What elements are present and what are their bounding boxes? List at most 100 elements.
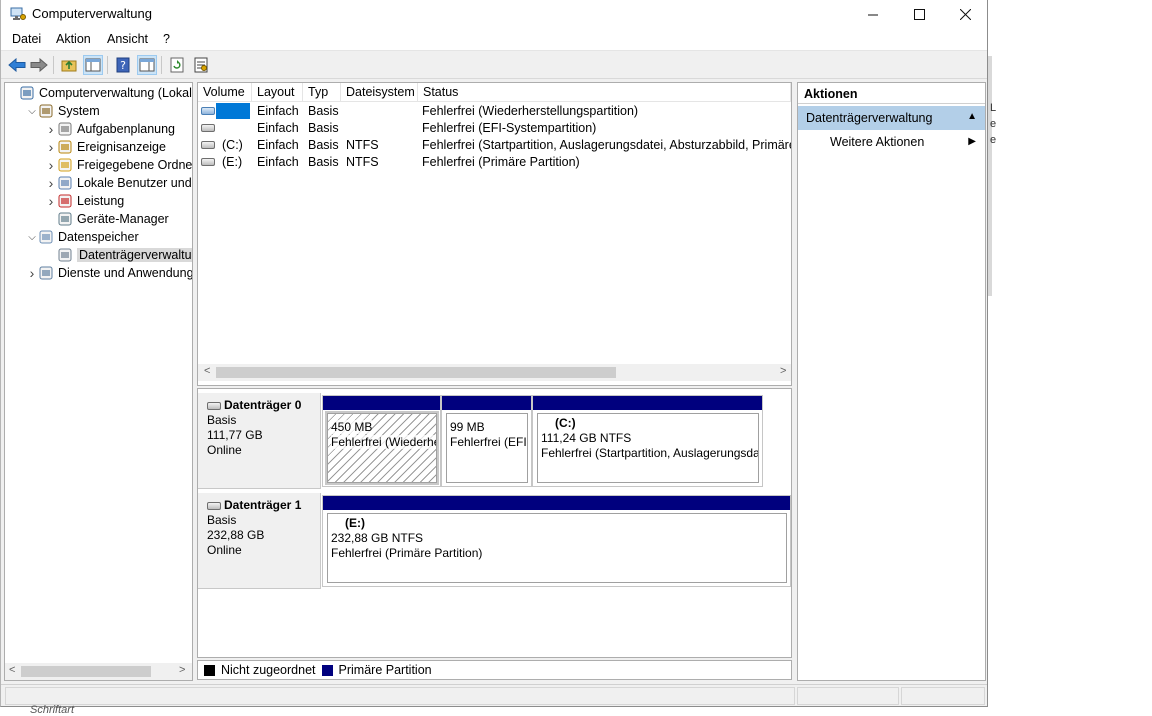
partition-bar (323, 396, 440, 410)
tree-item[interactable]: › Aufgabenplanung (45, 120, 175, 138)
tree-item[interactable]: › Ereignisanzeige (45, 138, 166, 156)
tree-item[interactable]: › Freigegebene Ordner (45, 156, 193, 174)
close-button[interactable] (942, 0, 987, 28)
disk-management-icon (57, 247, 73, 263)
column-header-volume[interactable]: Volume (198, 83, 252, 102)
disk-graphical-view: Datenträger 0 Basis 111,77 GB Online 450… (197, 388, 792, 658)
chevron-down-icon[interactable]: ⌵ (26, 106, 38, 117)
partition-efi[interactable]: 99 MB Fehlerfrei (EFI-Systempartition) (441, 395, 532, 487)
disk-0-type: Basis (207, 413, 237, 427)
scroll-right-icon[interactable]: > (780, 365, 786, 377)
column-header-layout[interactable]: Layout (252, 83, 303, 102)
chevron-right-icon[interactable]: › (45, 157, 57, 173)
scrollbar-thumb[interactable] (216, 367, 616, 378)
cell-status: Fehlerfrei (EFI-Systempartition) (422, 121, 597, 135)
refresh-icon (170, 57, 184, 73)
cell-type: Basis (308, 155, 339, 169)
chevron-down-icon[interactable]: ⌵ (26, 232, 38, 243)
background-window-edge (988, 56, 992, 296)
partition-recovery[interactable]: 450 MB Fehlerfrei (Wiederherstellungspar… (322, 395, 441, 487)
submenu-arrow-icon: ▶ (968, 136, 976, 147)
disk-1-info[interactable]: Datenträger 1 Basis 232,88 GB Online (198, 493, 321, 589)
tree-item[interactable]: Geräte-Manager (45, 210, 169, 228)
help-button[interactable]: ? (113, 55, 133, 75)
cell-type: Basis (308, 138, 339, 152)
column-header-filesystem[interactable]: Dateisystem (341, 83, 418, 102)
forward-button[interactable] (29, 55, 49, 75)
table-row[interactable]: Einfach Basis Fehlerfrei (EFI-Systempartit… (198, 120, 791, 137)
disk-0: Datenträger 0 Basis 111,77 GB Online 450… (198, 393, 791, 489)
refresh-button[interactable] (167, 55, 187, 75)
chevron-right-icon[interactable]: › (45, 121, 57, 137)
tree-item[interactable]: Datenträgerverwaltung (45, 246, 192, 264)
chevron-right-icon[interactable]: › (45, 193, 57, 209)
volume-list[interactable]: Volume Layout Typ Dateisystem Status Ein… (197, 82, 792, 386)
tree-item[interactable]: ⌵ System (26, 102, 99, 120)
cell-fs: NTFS (346, 138, 379, 152)
partition-c[interactable]: (C:) 111,24 GB NTFS Fehlerfrei (Startpar… (532, 395, 763, 487)
disk-0-info[interactable]: Datenträger 0 Basis 111,77 GB Online (198, 393, 321, 489)
toolbar: ? (1, 50, 987, 79)
disk-0-state: Online (207, 443, 242, 457)
scroll-left-icon[interactable]: < (9, 664, 15, 676)
tree-item-label: Freigegebene Ordner (77, 158, 193, 172)
menu-aktion[interactable]: Aktion (56, 32, 91, 46)
properties-icon (194, 57, 208, 73)
volume-icon (201, 124, 215, 132)
scroll-left-icon[interactable]: < (204, 365, 210, 377)
table-row[interactable]: (E:) Einfach Basis NTFS Fehlerfrei (Primäre … (198, 154, 791, 171)
console-tree[interactable]: Computerverwaltung (Lokal) ⌵ System › Aufgab… (4, 82, 193, 681)
scroll-right-icon[interactable]: > (179, 664, 185, 676)
back-button[interactable] (7, 55, 27, 75)
tree-item[interactable]: ⌵ Datenspeicher (26, 228, 138, 246)
unallocated-swatch (204, 664, 215, 676)
disk-1-state: Online (207, 543, 242, 557)
partition-status: Fehlerfrei (Primäre Partition) (331, 546, 483, 560)
status-segment (901, 687, 985, 705)
table-row[interactable]: (C:) Einfach Basis NTFS Fehlerfrei (Startpar… (198, 137, 791, 154)
title-bar[interactable]: Computerverwaltung (1, 0, 987, 28)
minimize-button[interactable] (850, 0, 896, 28)
volume-icon (201, 107, 215, 115)
menu-ansicht[interactable]: Ansicht (107, 32, 148, 46)
cell-type: Basis (308, 121, 339, 135)
tree-item[interactable]: › Lokale Benutzer und Gruppen (45, 174, 192, 192)
tree-item[interactable]: › Dienste und Anwendungen (26, 264, 192, 282)
actions-section-label: Datenträgerverwaltung (806, 111, 933, 125)
actions-section-disk-management[interactable]: Datenträgerverwaltung ▲ (798, 106, 985, 130)
collapse-up-icon[interactable]: ▲ (967, 111, 977, 122)
scrollbar-thumb[interactable] (21, 666, 151, 677)
chevron-right-icon[interactable]: › (45, 139, 57, 155)
legend-primary: Primäre Partition (338, 663, 432, 677)
tree-item-label: Ereignisanzeige (77, 140, 166, 154)
disk-1: Datenträger 1 Basis 232,88 GB Online (E:… (198, 493, 791, 589)
background-text: e (990, 134, 997, 146)
table-row[interactable]: Einfach Basis Fehlerfrei (Wiederherstellun… (198, 103, 791, 120)
toolbar-separator (161, 56, 162, 74)
chevron-right-icon[interactable]: › (26, 265, 38, 281)
volume-list-horizontal-scrollbar[interactable]: < > (198, 364, 791, 381)
show-hide-console-tree-button[interactable] (83, 55, 103, 75)
column-header-type[interactable]: Typ (303, 83, 341, 102)
cell-fs: NTFS (346, 155, 379, 169)
toolbar-separator (107, 56, 108, 74)
computer-management-icon (19, 85, 35, 101)
partition-bar (323, 496, 790, 510)
partition-label: (E:) (345, 516, 365, 530)
up-level-button[interactable] (59, 55, 79, 75)
column-header-status[interactable]: Status (418, 83, 791, 102)
more-actions-item[interactable]: Weitere Aktionen ▶ (798, 133, 985, 153)
maximize-button[interactable] (896, 0, 942, 28)
tree-item[interactable]: › Leistung (45, 192, 125, 210)
menu-help[interactable]: ? (163, 32, 170, 46)
disk-drive-icon (207, 401, 221, 410)
properties-button[interactable] (191, 55, 211, 75)
show-hide-action-pane-button[interactable] (137, 55, 157, 75)
menu-datei[interactable]: Datei (12, 32, 41, 46)
tree-item[interactable]: Computerverwaltung (Lokal) (7, 84, 192, 102)
tree-item-label: Aufgabenplanung (77, 122, 176, 136)
chevron-right-icon[interactable]: › (45, 175, 57, 191)
cell-layout: Einfach (257, 155, 299, 169)
tree-horizontal-scrollbar[interactable]: < > (5, 663, 192, 680)
partition-e[interactable]: (E:) 232,88 GB NTFS Fehlerfrei (Primäre … (322, 495, 791, 587)
